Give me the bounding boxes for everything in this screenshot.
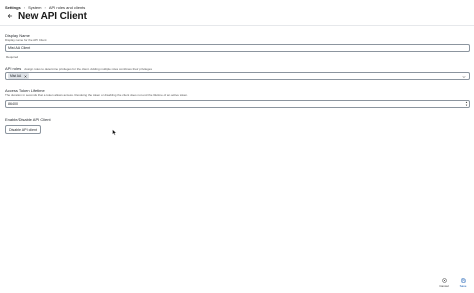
role-chip-label: Mist AA <box>10 74 22 78</box>
cancel-icon <box>441 278 447 283</box>
disable-api-client-button[interactable]: Disable API client <box>5 125 41 134</box>
header-divider <box>0 25 474 26</box>
display-name-help: Display name for the API Client <box>5 38 47 42</box>
title-row: New API Client <box>6 10 87 22</box>
mouse-pointer-icon <box>112 129 117 136</box>
display-name-value: Mist AA Client <box>8 46 31 50</box>
cancel-label: Cancel <box>439 284 449 288</box>
api-roles-label: API roles <box>5 66 22 71</box>
breadcrumb-separator-icon: › <box>44 4 46 10</box>
decrement-icon[interactable]: ▼ <box>465 104 468 108</box>
chevron-down-icon[interactable] <box>462 75 466 79</box>
back-button[interactable] <box>6 12 14 20</box>
remove-role-button[interactable] <box>23 74 27 78</box>
display-name-input[interactable]: Mist AA Client <box>5 44 470 52</box>
role-chip: Mist AA <box>8 73 30 79</box>
page-title: New API Client <box>18 10 87 22</box>
api-roles-help: Assign roles to determine privileges for… <box>24 66 152 71</box>
required-note: Required <box>6 55 19 59</box>
api-roles-label-row: API roles Assign roles to determine priv… <box>5 66 152 71</box>
save-button[interactable]: Save <box>456 278 470 290</box>
number-spinner: ▲ ▼ <box>465 101 468 108</box>
breadcrumb-item-settings[interactable]: Settings <box>5 5 21 10</box>
token-lifetime-value: 86400 <box>8 102 18 106</box>
breadcrumb-item-api-roles[interactable]: API roles and clients <box>49 5 85 10</box>
breadcrumb-separator-icon: › <box>23 4 26 10</box>
arrow-left-icon <box>7 14 13 18</box>
token-lifetime-input[interactable]: 86400 ▲ ▼ <box>5 100 470 108</box>
save-icon <box>461 278 465 283</box>
cancel-button[interactable]: Cancel <box>437 278 451 290</box>
token-lifetime-help: The duration in seconds that a token all… <box>5 93 188 97</box>
api-roles-select[interactable]: Mist AA <box>5 72 470 80</box>
enable-disable-label: Enable/Disable API Client <box>5 117 51 122</box>
save-label: Save <box>459 284 467 288</box>
close-icon <box>24 74 27 78</box>
breadcrumb-item-system[interactable]: System <box>28 5 41 10</box>
